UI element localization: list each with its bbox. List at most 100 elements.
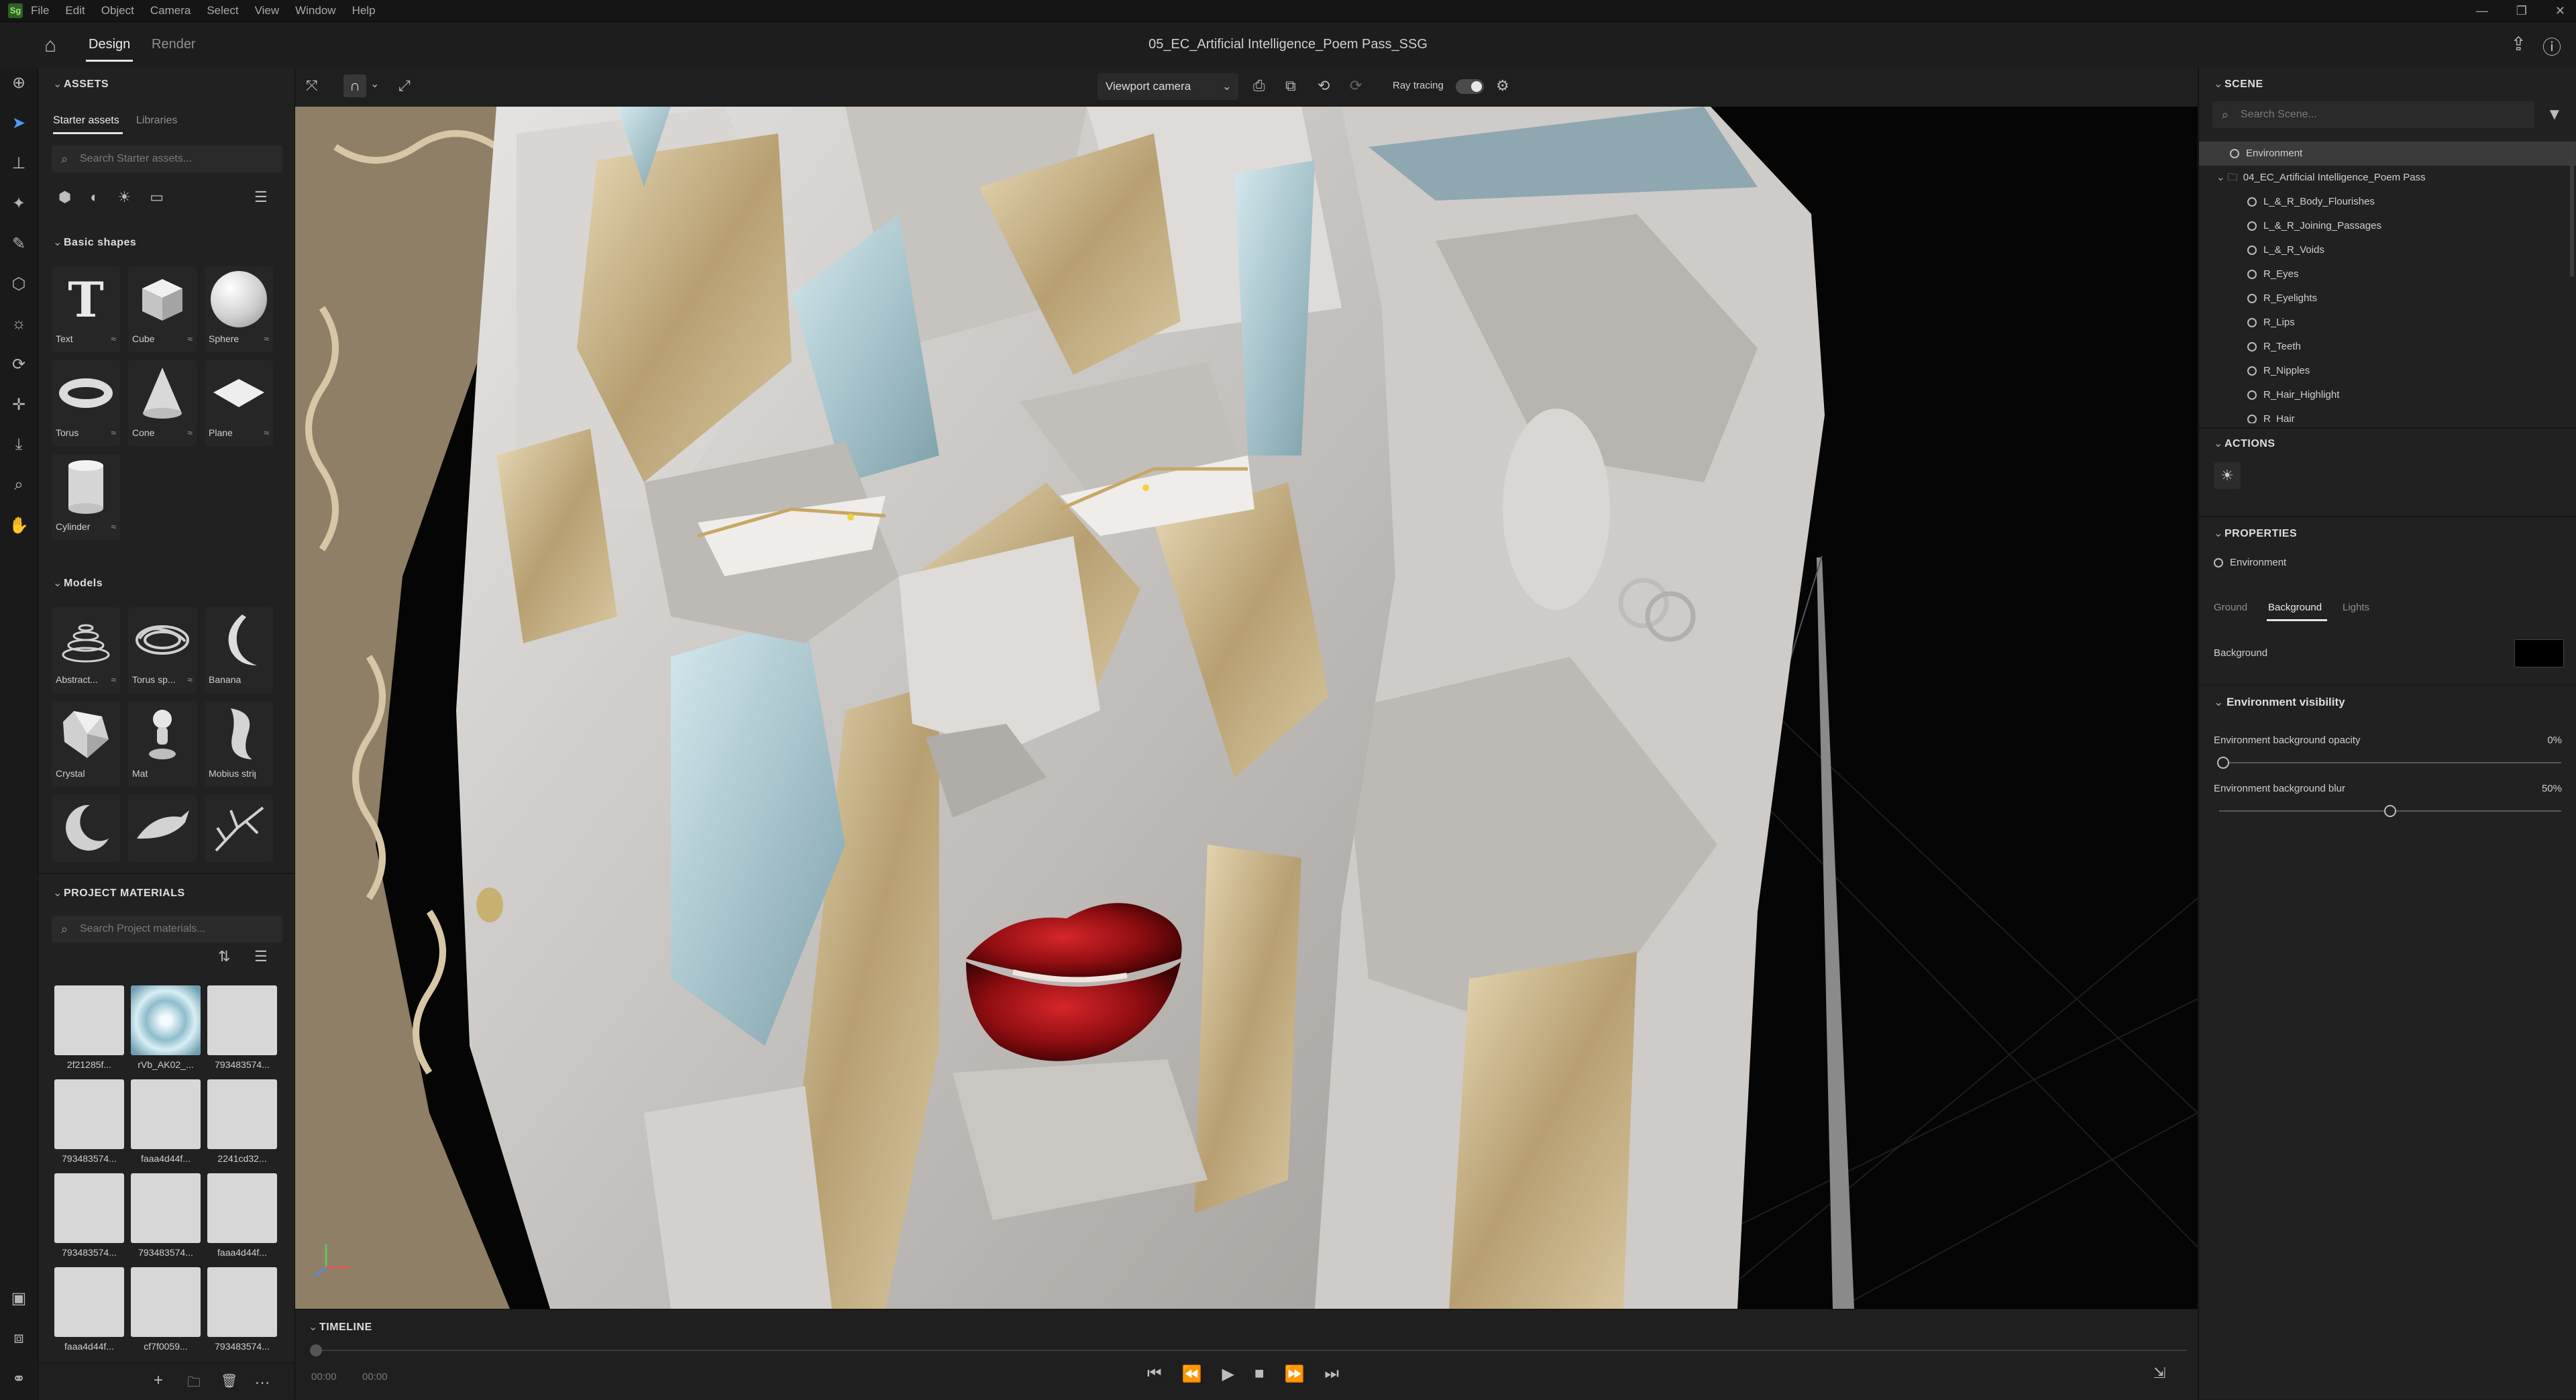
material-item[interactable]: faaa4d44f... [54,1267,124,1356]
asset-cube[interactable]: Cube ≈ [128,266,197,352]
add-icon[interactable]: + [154,1371,163,1390]
tree-item-environment[interactable]: Environment [2199,142,2576,166]
camera-select[interactable]: Viewport camera ⌄ [1097,73,1238,100]
zoom-tool-icon[interactable]: ⌕ [7,473,31,497]
step-back-icon[interactable]: ⏪ [1182,1364,1202,1384]
menu-help[interactable]: Help [352,4,376,17]
step-forward-icon[interactable]: ⏩ [1284,1364,1304,1384]
playhead[interactable] [310,1344,322,1356]
tab-background[interactable]: Background [2268,602,2322,613]
lights-filter-icon[interactable]: ☀ [118,189,131,206]
camera-orbit-icon[interactable]: ⟲ [1318,77,1330,95]
filter-icon[interactable]: ▼ [2546,105,2563,124]
folder-icon[interactable]: 🗀 [187,1372,201,1395]
add-icon[interactable]: ⊕ [7,70,31,95]
menu-window[interactable]: Window [295,4,335,17]
skip-start-icon[interactable]: ⏮ [1147,1364,1162,1384]
tree-item-group[interactable]: ⌄ 🗀 04_EC_Artificial Intelligence_Poem Pa… [2199,166,2576,190]
menu-view[interactable]: View [255,4,280,17]
light-tool-icon[interactable]: ☼ [7,312,31,336]
material-item[interactable]: 793483574... [207,985,277,1074]
asset-sphere[interactable]: Sphere ≈ [205,266,273,352]
drop-tool-icon[interactable]: ⤓ [7,433,31,457]
chevron-down-icon[interactable]: ⌄ [370,77,379,91]
material-item[interactable]: 793483574... [54,1079,124,1168]
transform-icon[interactable]: ⤧ [306,77,318,95]
asset-torus[interactable]: Torus ≈ [52,360,120,446]
model-mobius-strip[interactable]: Mobius strip [205,701,273,787]
project-materials-search[interactable]: ⌕ Search Project materials... [52,916,282,943]
env-visibility-header[interactable]: ⌄ Environment visibility [2214,696,2345,709]
menu-file[interactable]: File [31,4,49,17]
export-icon[interactable]: ⇲ [2153,1364,2165,1382]
tab-design[interactable]: Design [85,37,133,62]
tab-render[interactable]: Render [152,37,196,52]
materials-filter-icon[interactable]: ◐ [90,189,99,206]
tree-item[interactable]: R_Hair_Highlight [2199,383,2576,407]
asset-plane[interactable]: Plane ≈ [205,360,273,446]
material-item[interactable]: 793483574... [207,1267,277,1356]
model-abstract[interactable]: Abstract... ≈ [52,607,120,693]
assets-header[interactable]: ⌄ ASSETS [53,77,109,91]
expand-icon[interactable]: ⤢ [398,77,411,95]
material-item[interactable]: 2f21285f... [54,985,124,1074]
tab-ground[interactable]: Ground [2214,602,2247,613]
share-icon[interactable]: ⇪ [2511,33,2526,55]
tree-item[interactable]: R_Hair [2199,407,2576,423]
home-icon[interactable]: ⌂ [44,34,56,57]
stop-icon[interactable]: ■ [1254,1364,1265,1384]
tab-starter-assets[interactable]: Starter assets [53,115,119,127]
toolbox-icon[interactable]: ⧈ [7,1326,31,1350]
model-crescent[interactable] [52,795,120,862]
tree-item[interactable]: L_&_R_Body_Flourishes [2199,190,2576,214]
model-crystal[interactable]: Crystal [52,701,120,787]
asset-cone[interactable]: Cone ≈ [128,360,197,446]
model-mat[interactable]: Mat [128,701,197,787]
skip-end-icon[interactable]: ⏭ [1324,1364,1339,1384]
basic-shapes-header[interactable]: ⌄ Basic shapes [53,235,136,249]
tree-item[interactable]: R_Nipples [2199,359,2576,383]
tree-item[interactable]: R_Eyelights [2199,286,2576,311]
archive-icon[interactable]: ▣ [7,1286,31,1310]
list-view-icon[interactable]: ☰ [254,948,268,965]
camera-bookmark-icon[interactable]: ⎙ [1253,77,1265,95]
material-item[interactable]: faaa4d44f... [131,1079,201,1168]
adjust-icon[interactable]: ≈ [111,333,116,344]
scene-graph-icon[interactable]: ⚭ [7,1366,31,1391]
menu-camera[interactable]: Camera [150,4,191,17]
menu-object[interactable]: Object [101,4,134,17]
action-light-icon[interactable]: ☀ [2214,462,2241,489]
tree-item[interactable]: R_Eyes [2199,262,2576,286]
camera-frame-icon[interactable]: ⧉ [1285,77,1296,95]
viewport-settings-icon[interactable]: ⚙ [1496,77,1509,95]
material-item[interactable]: rVb_AK02_... [131,985,201,1074]
blur-slider-handle[interactable] [2384,805,2396,817]
asset-text[interactable]: T Text ≈ [52,266,120,352]
select-tool-icon[interactable]: ➤ [7,111,31,135]
model-fish[interactable] [128,795,197,862]
model-banana[interactable]: Banana [205,607,273,693]
trash-icon[interactable]: 🗑 [221,1372,237,1389]
tree-item[interactable]: R_Teeth [2199,335,2576,359]
scene-scrollbar[interactable] [2570,143,2574,277]
list-view-icon[interactable]: ☰ [254,189,268,206]
project-materials-header[interactable]: ⌄ PROJECT MATERIALS [53,886,185,900]
menu-edit[interactable]: Edit [65,4,85,17]
images-filter-icon[interactable]: ▭ [150,189,164,206]
material-item[interactable]: 793483574... [131,1173,201,1262]
sort-icon[interactable]: ⇅ [218,948,230,965]
rotate-tool-icon[interactable]: ⟳ [7,352,31,376]
opacity-slider-handle[interactable] [2217,757,2229,769]
shapes-filter-icon[interactable]: ⬢ [58,189,71,206]
hand-tool-icon[interactable]: ✋ [7,513,31,537]
background-color-swatch[interactable] [2514,639,2564,667]
opacity-slider[interactable] [2219,762,2561,763]
ray-tracing-toggle[interactable] [1456,79,1484,94]
more-icon[interactable]: … [254,1370,270,1389]
close-button[interactable]: ✕ [2555,4,2565,18]
asset-cylinder[interactable]: Cylinder ≈ [52,454,120,540]
minimize-button[interactable]: — [2476,4,2488,18]
align-tool-icon[interactable]: ⊥ [7,151,31,175]
viewport-canvas[interactable] [295,107,2198,1309]
material-item[interactable]: 2241cd32... [207,1079,277,1168]
